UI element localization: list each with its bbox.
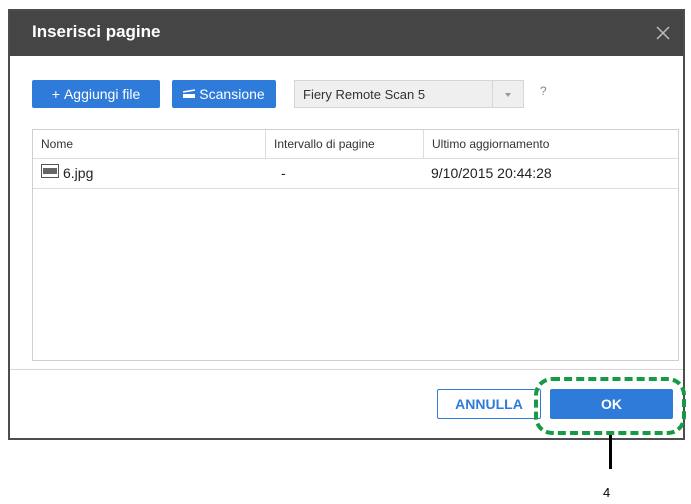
close-icon[interactable] [653, 23, 673, 43]
table-row[interactable]: 6.jpg - 9/10/2015 20:44:28 [33, 158, 678, 189]
add-file-button[interactable]: + Aggiungi file [32, 80, 160, 108]
column-header-name[interactable]: Nome [33, 130, 265, 158]
dialog-title: Inserisci pagine [32, 22, 161, 41]
dialog-titlebar: Inserisci pagine [10, 11, 683, 56]
file-table: Nome Intervallo di pagine Ultimo aggiorn… [32, 129, 679, 361]
cancel-button[interactable]: ANNULLA [437, 389, 541, 419]
ok-button-highlight [534, 377, 686, 435]
footer-divider [10, 369, 683, 370]
scanner-select[interactable]: Fiery Remote Scan 5 [294, 80, 524, 108]
add-file-label: Aggiungi file [63, 86, 141, 102]
scanner-selected-value: Fiery Remote Scan 5 [303, 87, 426, 102]
column-header-last-updated[interactable]: Ultimo aggiornamento [423, 130, 678, 158]
file-name-cell: 6.jpg [33, 158, 265, 188]
last-updated-cell: 9/10/2015 20:44:28 [431, 165, 552, 181]
file-name: 6.jpg [63, 165, 94, 181]
scan-label: Scansione [199, 86, 265, 102]
column-header-page-range[interactable]: Intervallo di pagine [265, 130, 423, 158]
dropdown-arrow-icon[interactable] [492, 81, 523, 107]
scanner-icon [183, 86, 196, 102]
insert-pages-dialog: Inserisci pagine + Aggiungi file Scansio… [8, 9, 685, 440]
callout-number: 4 [603, 485, 611, 500]
page-range-cell: - [281, 165, 286, 181]
scan-button[interactable]: Scansione [172, 80, 276, 108]
jpg-file-icon [41, 158, 59, 188]
callout-pointer-line [609, 435, 612, 469]
plus-icon: + [51, 86, 60, 102]
help-icon[interactable]: ? [540, 84, 547, 98]
table-header: Nome Intervallo di pagine Ultimo aggiorn… [33, 130, 678, 159]
